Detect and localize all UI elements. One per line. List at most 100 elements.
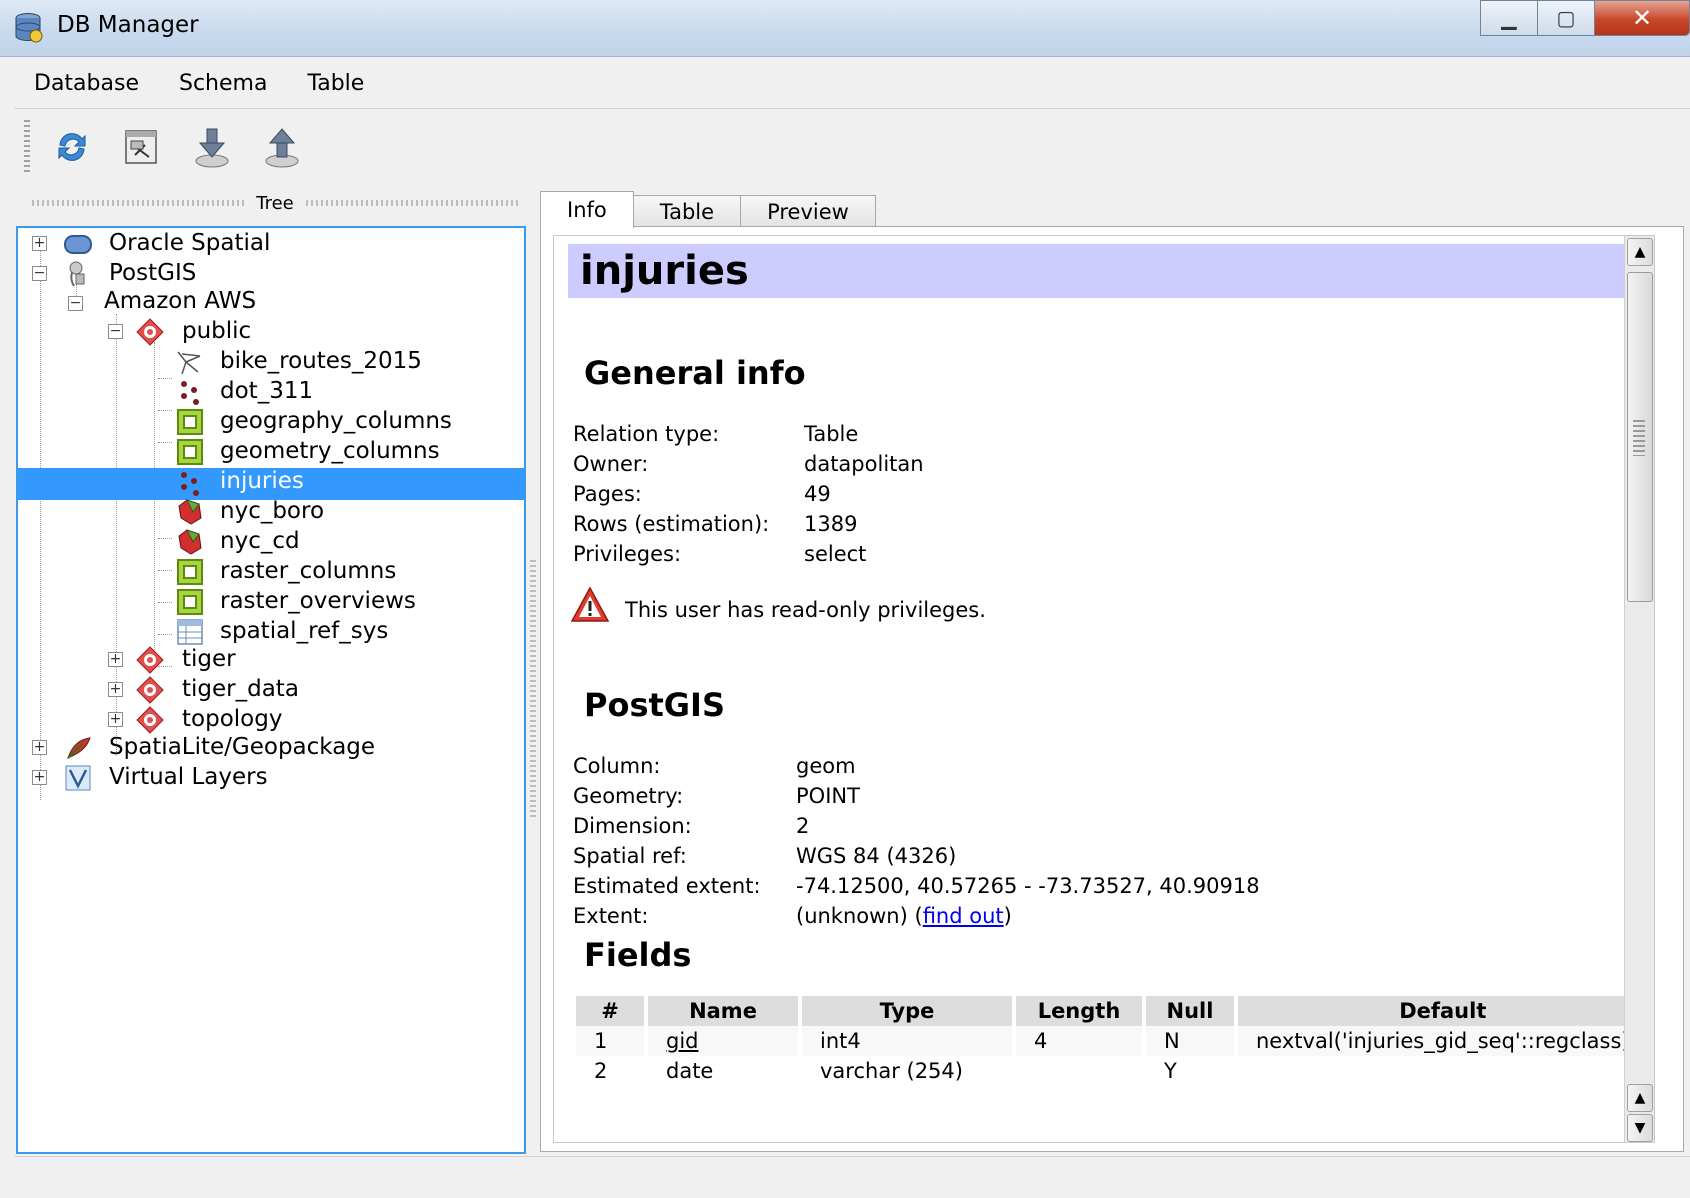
- tab-info[interactable]: Info: [540, 191, 634, 228]
- status-bar: [14, 1156, 1690, 1196]
- toolbar: [14, 112, 1690, 182]
- tree-item-postgis[interactable]: PostGIS: [109, 260, 196, 286]
- tab-table[interactable]: Table: [632, 195, 742, 227]
- sql-window-button[interactable]: [118, 124, 164, 170]
- expand-tiger-data-button[interactable]: +: [108, 682, 123, 697]
- collapse-aws-button[interactable]: −: [68, 296, 83, 311]
- schema-icon: [136, 676, 164, 704]
- label-privileges: Privileges:: [573, 542, 682, 566]
- title-bar[interactable]: DB Manager ▁ ▢ ✕: [0, 0, 1690, 57]
- value-relation-type: Table: [804, 422, 859, 446]
- label-spatial-ref: Spatial ref:: [573, 844, 687, 868]
- tree-panel[interactable]: + Oracle Spatial − PostGIS − Amazon AWS …: [16, 226, 526, 1154]
- view-icon: [177, 409, 203, 435]
- menu-table[interactable]: Table: [287, 71, 384, 96]
- minimize-icon: ▁: [1501, 6, 1517, 30]
- label-relation-type: Relation type:: [573, 422, 720, 446]
- expand-topology-button[interactable]: +: [108, 712, 123, 727]
- cell-null: Y: [1146, 1056, 1234, 1086]
- schema-icon: [136, 318, 164, 346]
- db-manager-app-icon: [15, 13, 43, 43]
- table-icon: [177, 619, 203, 645]
- point-layer-icon: [181, 472, 199, 496]
- tree-item-oracle-spatial[interactable]: Oracle Spatial: [109, 230, 270, 256]
- import-layer-button[interactable]: [189, 124, 235, 170]
- label-dimension: Dimension:: [573, 814, 692, 838]
- cell-number: 2: [576, 1056, 644, 1086]
- vertical-scrollbar[interactable]: ▲ ▲ ▼: [1624, 236, 1654, 1142]
- collapse-postgis-button[interactable]: −: [32, 266, 47, 281]
- export-file-icon: [265, 128, 299, 168]
- table-row: 2 date varchar (254) Y: [576, 1056, 1648, 1086]
- cell-default: [1238, 1056, 1648, 1086]
- refresh-icon: [58, 133, 86, 161]
- label-extent: Extent:: [573, 904, 649, 928]
- scroll-up-icon: ▲: [1634, 1090, 1646, 1106]
- label-rows-estimation: Rows (estimation):: [573, 512, 770, 536]
- value-spatial-ref: WGS 84 (4326): [796, 844, 957, 868]
- menu-separator: [14, 108, 1690, 109]
- tree-item-topology[interactable]: topology: [182, 706, 282, 732]
- tree-item-nyc-boro[interactable]: nyc_boro: [220, 498, 324, 524]
- tree-item-tiger[interactable]: tiger: [182, 646, 236, 672]
- export-file-button[interactable]: [259, 124, 305, 170]
- refresh-button[interactable]: [49, 124, 95, 170]
- general-info-heading: General info: [584, 354, 806, 392]
- tree-item-amazon-aws[interactable]: Amazon AWS: [104, 288, 256, 314]
- value-pages: 49: [804, 482, 831, 506]
- cell-name: date: [648, 1056, 798, 1086]
- expand-tiger-button[interactable]: +: [108, 652, 123, 667]
- scroll-up-button[interactable]: ▲: [1627, 238, 1653, 266]
- tree-item-geometry-columns[interactable]: geometry_columns: [220, 438, 440, 464]
- info-view[interactable]: injuries General info Relation type: Own…: [553, 235, 1655, 1143]
- tree-guide-line: [40, 240, 41, 800]
- expand-virtual-layers-button[interactable]: +: [32, 770, 47, 785]
- value-geometry: POINT: [796, 784, 860, 808]
- tree-guide-line: [158, 442, 172, 443]
- toolbar-grip[interactable]: [24, 120, 30, 174]
- menu-schema[interactable]: Schema: [159, 71, 287, 96]
- import-layer-icon: [195, 128, 229, 168]
- extent-close-paren: ): [1003, 904, 1012, 928]
- tab-bar: Info Table Preview: [540, 191, 876, 228]
- expand-oracle-button[interactable]: +: [32, 236, 47, 251]
- dock-splitter[interactable]: [530, 560, 536, 820]
- view-icon: [177, 439, 203, 465]
- fields-header-row: # Name Type Length Null Default: [576, 996, 1648, 1026]
- value-extent: (unknown) (find out): [796, 904, 1012, 928]
- tree-item-raster-overviews[interactable]: raster_overviews: [220, 588, 416, 614]
- menu-database[interactable]: Database: [14, 71, 159, 96]
- find-out-link[interactable]: find out: [923, 904, 1004, 928]
- col-header-type: Type: [802, 996, 1012, 1026]
- label-geometry: Geometry:: [573, 784, 684, 808]
- polygon-layer-icon: [178, 529, 202, 555]
- tree-item-virtual-layers[interactable]: Virtual Layers: [109, 764, 268, 790]
- tree-item-spatial-ref-sys[interactable]: spatial_ref_sys: [220, 618, 388, 644]
- tree-guide-line: [158, 602, 172, 603]
- tree-item-injuries[interactable]: injuries: [220, 468, 304, 494]
- tree-title: Tree: [256, 192, 294, 214]
- tab-preview[interactable]: Preview: [740, 195, 876, 227]
- cell-type: int4: [802, 1026, 1012, 1056]
- tree-dock-title[interactable]: Tree: [20, 188, 530, 218]
- tree-item-spatialite[interactable]: SpatiaLite/Geopackage: [109, 734, 375, 760]
- col-header-name: Name: [648, 996, 798, 1026]
- tree-guide-line: [158, 634, 172, 635]
- scroll-down-button[interactable]: ▼: [1627, 1114, 1653, 1142]
- tree-item-tiger-data[interactable]: tiger_data: [182, 676, 299, 702]
- expand-spatialite-button[interactable]: +: [32, 740, 47, 755]
- maximize-icon: ▢: [1556, 6, 1576, 30]
- scroll-page-up-button[interactable]: ▲: [1627, 1084, 1653, 1112]
- tree-item-dot-311[interactable]: dot_311: [220, 378, 313, 404]
- cell-default: nextval('injuries_gid_seq'::regclass): [1238, 1026, 1648, 1056]
- maximize-button[interactable]: ▢: [1537, 0, 1595, 36]
- close-button[interactable]: ✕: [1594, 0, 1690, 36]
- info-tab-panel: injuries General info Relation type: Own…: [540, 226, 1684, 1152]
- tree-item-bike-routes-2015[interactable]: bike_routes_2015: [220, 348, 422, 374]
- tree-item-public[interactable]: public: [182, 318, 251, 344]
- collapse-public-button[interactable]: −: [108, 324, 123, 339]
- tree-item-raster-columns[interactable]: raster_columns: [220, 558, 396, 584]
- tree-item-nyc-cd[interactable]: nyc_cd: [220, 528, 300, 554]
- minimize-button[interactable]: ▁: [1480, 0, 1538, 36]
- tree-item-geography-columns[interactable]: geography_columns: [220, 408, 452, 434]
